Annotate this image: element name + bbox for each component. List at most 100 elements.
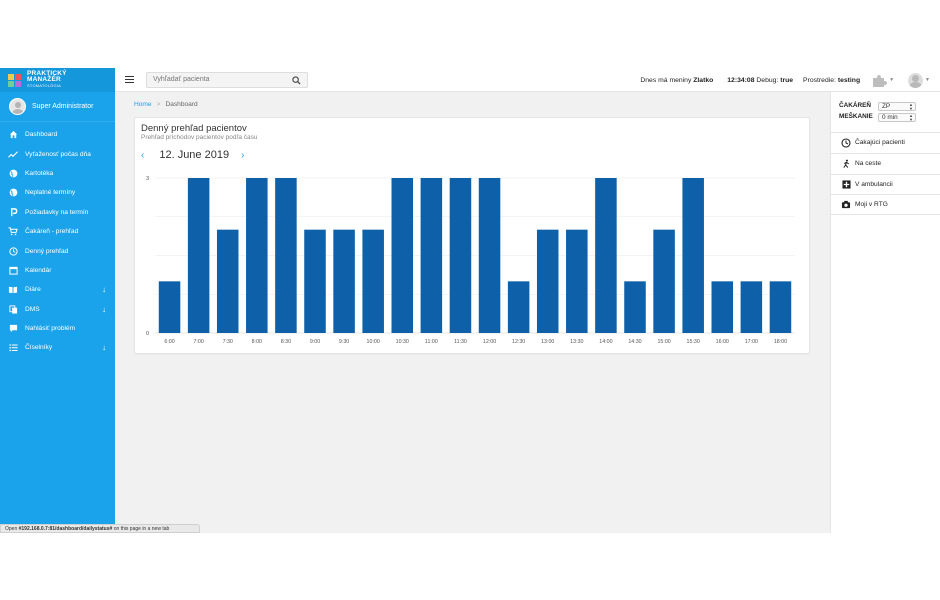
status-item-cakajuci[interactable]: Čakajúci pacienti: [831, 132, 940, 153]
chart-bar: [740, 281, 763, 333]
chart-bar: [275, 178, 297, 333]
brand[interactable]: PRAKTICKÝ MANAŽÉR STOMATOLÓGIA: [0, 68, 115, 92]
x-tick-label: 6:00: [164, 339, 174, 345]
clock-icon: [841, 138, 851, 148]
y-tick-label: 3: [146, 176, 149, 182]
home-icon: [8, 130, 18, 140]
x-tick-label: 12:30: [512, 339, 525, 345]
expand-arrow-icon[interactable]: ↓: [102, 285, 106, 294]
parking-icon: [8, 207, 18, 217]
chart-bar: [187, 178, 210, 333]
env-label: Prostredie:: [803, 76, 836, 84]
arrivals-bar-chart: 0 3 6:00 7:00 7:30 8:00 8:30 9:00 9:30 10:00 10:30…: [146, 176, 795, 345]
sidebar-item-denny-prehlad[interactable]: Denný prehľad: [0, 241, 115, 260]
chart-bar: [711, 281, 734, 333]
user-panel[interactable]: Super Administrator: [0, 92, 115, 122]
x-tick-label: 11:30: [454, 339, 467, 345]
x-tick-label: 7:00: [193, 339, 203, 345]
x-tick-label: 10:00: [367, 339, 380, 345]
x-tick-label: 7:30: [223, 339, 233, 345]
chart-bar: [769, 281, 792, 333]
x-tick-label: 9:00: [310, 339, 320, 345]
chart-bar: [158, 281, 181, 333]
chart-bar: [391, 178, 414, 333]
cakaren-select[interactable]: ZP ▲ ▼: [878, 102, 916, 111]
cakaren-row: ČAKÁREŇ: [839, 102, 871, 109]
breadcrumb: Home > Dashboard: [134, 101, 198, 108]
sidebar-item-kartoteka[interactable]: Kartotéka: [0, 164, 115, 183]
chart-bar: [449, 178, 472, 333]
cart-icon: [8, 227, 18, 237]
meskanie-select[interactable]: 0 min ▲ ▼: [878, 113, 916, 122]
expand-arrow-icon[interactable]: ↓: [102, 343, 106, 352]
walking-icon: [841, 159, 851, 169]
sidebar-item-dms[interactable]: DMS ↓: [0, 300, 115, 319]
chart-bar: [362, 229, 384, 333]
x-tick-label: 10:30: [396, 339, 409, 345]
status-item-rtg[interactable]: Moji v RTG: [831, 194, 940, 216]
x-tick-label: 12:00: [483, 339, 496, 345]
search-input[interactable]: Vyhľadať pacienta: [146, 71, 308, 88]
chart-bar: [653, 229, 675, 333]
chart-bar: [624, 281, 646, 333]
sidebar-item-diare[interactable]: Diáre ↓: [0, 280, 115, 299]
x-tick-label: 17:00: [745, 339, 758, 345]
meskanie-row: MEŠKANIE: [839, 113, 873, 120]
patient-status-list: Čakajúci pacienti Na ceste V ambulancii …: [831, 132, 940, 216]
sidebar-item-cakaren[interactable]: Čakáreň - prehľad: [0, 222, 115, 241]
globe-icon: [8, 188, 18, 198]
x-tick-label: 16:00: [716, 339, 729, 345]
app-window: PRAKTICKÝ MANAŽÉR STOMATOLÓGIA Super Adm…: [0, 68, 940, 533]
cakaren-label: ČAKÁREŇ: [839, 102, 871, 109]
sidebar-item-vytazenost[interactable]: Vyťaženosť počas dňa: [0, 144, 115, 163]
status-item-v-ambulancii[interactable]: V ambulancii: [831, 173, 940, 195]
chart-bar: [595, 178, 617, 333]
breadcrumb-home[interactable]: Home: [134, 101, 152, 108]
sidebar: PRAKTICKÝ MANAŽÉR STOMATOLÓGIA Super Adm…: [0, 68, 115, 533]
search-placeholder: Vyhľadať pacienta: [153, 76, 210, 83]
chart-bar: [333, 229, 355, 333]
logo-icon: [8, 73, 22, 87]
x-tick-label: 9:30: [339, 339, 349, 345]
menu-icon[interactable]: [125, 74, 134, 84]
nameday-prefix: Dnes má meniny: [640, 76, 692, 84]
user-avatar[interactable]: [908, 72, 924, 88]
nameday-name: Zlatko: [693, 76, 714, 84]
chart-bar: [246, 178, 268, 333]
meskanie-label: MEŠKANIE: [839, 113, 873, 120]
chevron-down-icon[interactable]: ▼: [925, 77, 930, 83]
sidebar-item-kalendar[interactable]: Kalendár: [0, 261, 115, 280]
copy-icon: [8, 304, 18, 314]
debug-label: Debug:: [756, 76, 779, 84]
comment-icon: [8, 324, 18, 334]
x-tick-label: 15:30: [687, 339, 700, 345]
breadcrumb-current: Dashboard: [165, 101, 198, 108]
plus-square-icon: [841, 179, 851, 189]
status-item-na-ceste[interactable]: Na ceste: [831, 152, 940, 174]
calendar-icon: [8, 265, 18, 275]
clock-time: 12:34:08: [727, 76, 755, 84]
sidebar-item-nahlasit-problem[interactable]: Nahlásiť problém: [0, 319, 115, 338]
sidebar-item-neplatne-terminy[interactable]: Neplatné termíny: [0, 183, 115, 202]
globe-icon: [8, 168, 18, 178]
expand-arrow-icon[interactable]: ↓: [102, 305, 106, 314]
x-tick-label: 14:30: [628, 339, 641, 345]
x-tick-label: 11:00: [425, 339, 438, 345]
search-icon[interactable]: [292, 75, 301, 87]
chart-bar: [478, 178, 501, 333]
puzzle-icon[interactable]: ▼: [872, 74, 894, 87]
sidebar-item-dashboard[interactable]: Dashboard: [0, 125, 115, 144]
sidebar-item-poziadavky[interactable]: Požiadavky na termín: [0, 203, 115, 222]
sidebar-item-ciselniky[interactable]: Číselníky ↓: [0, 338, 115, 357]
topbar: Vyhľadať pacienta Dnes má meniny Zlatko …: [115, 68, 940, 92]
chart-bar: [566, 229, 588, 333]
chart-bar: [216, 229, 239, 333]
x-tick-label: 18:00: [774, 339, 787, 345]
camera-icon: [841, 200, 851, 210]
chart-bar: [420, 178, 443, 333]
x-tick-label: 14:00: [599, 339, 612, 345]
x-tick-label: 8:30: [281, 339, 291, 345]
topbar-info: Dnes má meniny Zlatko 12:34:08 Debug: tr…: [640, 68, 930, 92]
book-icon: [8, 285, 18, 295]
avatar: [9, 98, 26, 115]
